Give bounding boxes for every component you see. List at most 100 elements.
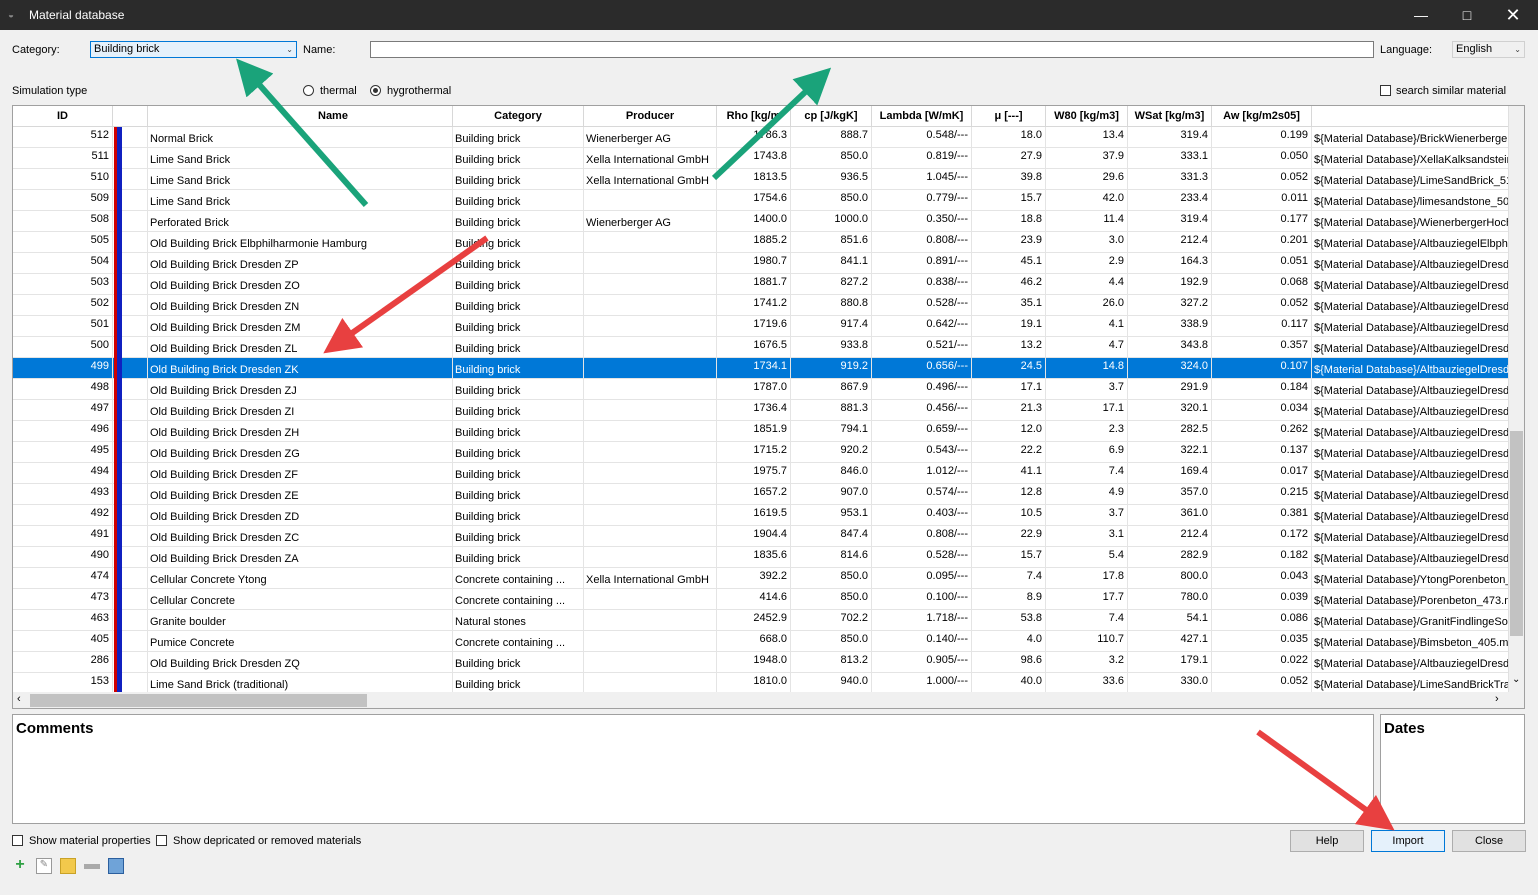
table-cell: 504: [13, 253, 113, 274]
column-header[interactable]: ID: [13, 106, 113, 127]
table-row[interactable]: 496 Old Building Brick Dresden ZH Building…: [13, 421, 1510, 442]
name-input[interactable]: [370, 41, 1374, 58]
color-bar: [114, 148, 122, 169]
table-cell: 7.4: [1046, 610, 1128, 631]
table-row[interactable]: 490 Old Building Brick Dresden ZA Building…: [13, 547, 1510, 568]
table-row[interactable]: 463 Granite boulder Natural stones 2452.9 70…: [13, 610, 1510, 631]
materials-table[interactable]: ID Name Category Producer Rho [kg/m cp [J/kgK…: [12, 105, 1525, 709]
hygrothermal-radio[interactable]: [370, 85, 381, 96]
table-row[interactable]: 509 Lime Sand Brick Building brick 1754.6 85…: [13, 190, 1510, 211]
column-header[interactable]: Producer: [584, 106, 717, 127]
scroll-down-icon[interactable]: ⌄: [1512, 674, 1520, 685]
minimize-icon[interactable]: —: [1398, 0, 1444, 30]
column-header[interactable]: W80 [kg/m3]: [1046, 106, 1128, 127]
table-cell: 509: [13, 190, 113, 211]
comments-heading: Comments: [16, 720, 94, 737]
table-cell: 291.9: [1128, 379, 1212, 400]
table-cell: 511: [13, 148, 113, 169]
scroll-left-icon[interactable]: ‹: [17, 693, 21, 705]
table-cell: 5.4: [1046, 547, 1128, 568]
table-row[interactable]: 493 Old Building Brick Dresden ZE Building…: [13, 484, 1510, 505]
remove-icon[interactable]: [84, 864, 100, 869]
column-header[interactable]: Category: [453, 106, 584, 127]
vertical-scrollbar[interactable]: ⌄: [1508, 106, 1524, 693]
table-cell: Building brick: [453, 274, 584, 295]
table-row[interactable]: 512 Normal Brick Building brick Wienerberge…: [13, 127, 1510, 148]
table-cell: 0.819/---: [872, 148, 972, 169]
table-row[interactable]: 153 Lime Sand Brick (traditional) Building…: [13, 673, 1510, 693]
scroll-right-icon[interactable]: ›: [1495, 693, 1499, 705]
table-row[interactable]: 494 Old Building Brick Dresden ZF Building…: [13, 463, 1510, 484]
table-row[interactable]: 405 Pumice Concrete Concrete containing ..…: [13, 631, 1510, 652]
table-row[interactable]: 502 Old Building Brick Dresden ZN Building…: [13, 295, 1510, 316]
table-cell: 0.808/---: [872, 232, 972, 253]
table-body[interactable]: 512 Normal Brick Building brick Wienerberge…: [13, 127, 1510, 693]
close-button[interactable]: Close: [1452, 830, 1526, 852]
table-cell: ${Material Database}/AltbauziegelDresde: [1312, 400, 1510, 421]
table-row[interactable]: 473 Cellular Concrete Concrete containing …: [13, 589, 1510, 610]
thermal-radio[interactable]: [303, 85, 314, 96]
table-row[interactable]: 286 Old Building Brick Dresden ZQ Building…: [13, 652, 1510, 673]
table-cell: 0.521/---: [872, 337, 972, 358]
table-cell: 0.140/---: [872, 631, 972, 652]
table-cell: 2452.9: [717, 610, 791, 631]
table-cell: 41.1: [972, 463, 1046, 484]
horizontal-scrollbar[interactable]: ‹ ›: [13, 692, 1524, 708]
help-button[interactable]: Help: [1290, 830, 1364, 852]
column-header[interactable]: [1312, 106, 1510, 127]
database-icon[interactable]: [108, 858, 124, 874]
column-header[interactable]: cp [J/kgK]: [791, 106, 872, 127]
show-deprecated-checkbox[interactable]: [156, 835, 167, 846]
table-row[interactable]: 511 Lime Sand Brick Building brick Xella In…: [13, 148, 1510, 169]
table-cell: 427.1: [1128, 631, 1212, 652]
column-header[interactable]: WSat [kg/m3]: [1128, 106, 1212, 127]
table-cell: 0.086: [1212, 610, 1312, 631]
add-icon[interactable]: +: [12, 857, 28, 874]
table-row[interactable]: 474 Cellular Concrete Ytong Concrete conta…: [13, 568, 1510, 589]
column-header[interactable]: Lambda [W/mK]: [872, 106, 972, 127]
table-row[interactable]: 510 Lime Sand Brick Building brick Xella In…: [13, 169, 1510, 190]
copy-icon[interactable]: [60, 858, 76, 874]
table-cell: 1786.3: [717, 127, 791, 148]
table-row[interactable]: 499 Old Building Brick Dresden ZK Building…: [13, 358, 1510, 379]
column-header[interactable]: Rho [kg/m: [717, 106, 791, 127]
search-similar-checkbox[interactable]: [1380, 85, 1391, 96]
table-row[interactable]: 495 Old Building Brick Dresden ZG Building…: [13, 442, 1510, 463]
color-bar: [114, 484, 122, 505]
table-cell: Building brick: [453, 526, 584, 547]
close-icon[interactable]: ✕: [1490, 0, 1536, 30]
table-cell: 21.3: [972, 400, 1046, 421]
table-row[interactable]: 491 Old Building Brick Dresden ZC Building…: [13, 526, 1510, 547]
maximize-icon[interactable]: □: [1444, 0, 1490, 30]
table-cell: 319.4: [1128, 211, 1212, 232]
table-cell: 0.117: [1212, 316, 1312, 337]
column-header[interactable]: [113, 106, 148, 127]
table-cell: 405: [13, 631, 113, 652]
material-color-swatch: [113, 526, 148, 547]
table-row[interactable]: 505 Old Building Brick Elbphilharmonie Ha…: [13, 232, 1510, 253]
table-row[interactable]: 492 Old Building Brick Dresden ZD Building…: [13, 505, 1510, 526]
language-select[interactable]: English ⌄: [1452, 41, 1525, 58]
column-header[interactable]: Aw [kg/m2s05]: [1212, 106, 1312, 127]
table-row[interactable]: 503 Old Building Brick Dresden ZO Building…: [13, 274, 1510, 295]
scrollbar-thumb[interactable]: [1510, 431, 1523, 636]
table-row[interactable]: 501 Old Building Brick Dresden ZM Building…: [13, 316, 1510, 337]
category-select[interactable]: Building brick ⌄: [90, 41, 297, 58]
table-cell: Old Building Brick Dresden ZL: [148, 337, 453, 358]
show-properties-checkbox[interactable]: [12, 835, 23, 846]
column-header[interactable]: Name: [148, 106, 453, 127]
table-cell: Cellular Concrete: [148, 589, 453, 610]
table-cell: 0.050: [1212, 148, 1312, 169]
table-cell: 7.4: [972, 568, 1046, 589]
table-row[interactable]: 498 Old Building Brick Dresden ZJ Building…: [13, 379, 1510, 400]
import-button[interactable]: Import: [1371, 830, 1445, 852]
table-cell: 1657.2: [717, 484, 791, 505]
table-row[interactable]: 497 Old Building Brick Dresden ZI Building…: [13, 400, 1510, 421]
edit-icon[interactable]: ✎: [36, 858, 52, 874]
table-cell: Lime Sand Brick: [148, 169, 453, 190]
table-row[interactable]: 504 Old Building Brick Dresden ZP Building…: [13, 253, 1510, 274]
column-header[interactable]: μ [---]: [972, 106, 1046, 127]
table-row[interactable]: 500 Old Building Brick Dresden ZL Building…: [13, 337, 1510, 358]
table-row[interactable]: 508 Perforated Brick Building brick Wienerb…: [13, 211, 1510, 232]
scrollbar-thumb[interactable]: [30, 694, 367, 707]
